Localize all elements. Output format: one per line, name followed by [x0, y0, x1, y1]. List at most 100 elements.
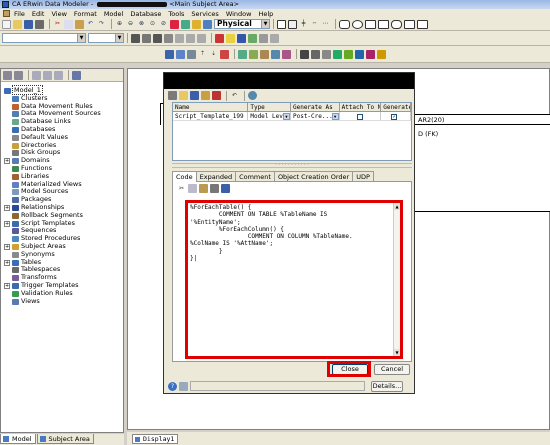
copy-template-icon[interactable]: [190, 91, 199, 100]
entity-box[interactable]: [412, 114, 550, 212]
forward-icon[interactable]: [14, 70, 23, 80]
column-attach-header[interactable]: Attach To New: [340, 103, 382, 111]
identifying-relationship-icon[interactable]: ┿: [299, 20, 308, 29]
underline-icon[interactable]: [153, 33, 162, 43]
scroll-down-icon[interactable]: ▼: [394, 349, 400, 356]
template-name-cell[interactable]: Script_Template_199: [173, 112, 249, 120]
cancel-button[interactable]: Cancel: [374, 364, 410, 375]
sort-icon[interactable]: [248, 91, 257, 100]
import-template-icon[interactable]: [201, 91, 210, 100]
model-type-select[interactable]: Physical ▼: [214, 19, 270, 29]
tab-code[interactable]: Code: [172, 171, 197, 182]
mart-open-icon[interactable]: [311, 49, 320, 59]
column-name-header[interactable]: Name: [173, 103, 249, 111]
nonidentifying-relationship-icon[interactable]: ╌: [310, 20, 319, 29]
ellipse-shape-icon[interactable]: [352, 19, 363, 29]
undo-icon[interactable]: ↶: [86, 20, 95, 29]
expand-icon[interactable]: [32, 70, 41, 80]
save-icon[interactable]: [24, 19, 33, 29]
menu-help[interactable]: Help: [258, 10, 273, 18]
square-shape-icon[interactable]: [378, 19, 389, 29]
forward-engineer-icon[interactable]: [203, 19, 212, 29]
open-folder-icon[interactable]: [13, 19, 22, 29]
diagram-icon[interactable]: [181, 19, 190, 29]
send-back-icon[interactable]: ⇣: [209, 50, 218, 59]
generate-checkbox[interactable]: ✓: [391, 113, 398, 120]
chevron-down-icon[interactable]: ▼: [331, 113, 339, 120]
template-type-cell[interactable]: Model Level ▼: [248, 112, 291, 120]
pill-shape-icon[interactable]: [391, 19, 402, 29]
expand-icon[interactable]: +: [4, 158, 10, 165]
pane-splitter[interactable]: · · · · · · · · · · ·: [172, 163, 412, 168]
find-icon[interactable]: [72, 70, 81, 80]
expand-icon[interactable]: +: [4, 243, 10, 250]
expand-icon[interactable]: +: [4, 282, 10, 289]
expand-icon[interactable]: +: [4, 259, 10, 266]
view-tool-icon[interactable]: [288, 19, 297, 29]
frame-shape-icon[interactable]: [417, 19, 428, 29]
paste-icon[interactable]: [199, 184, 208, 193]
zoom-area-icon[interactable]: ⊘: [159, 20, 168, 29]
menu-database[interactable]: Database: [130, 10, 161, 18]
bulk-editor-icon[interactable]: [355, 49, 364, 59]
generate-as-cell[interactable]: Post-Cre... ▼: [291, 112, 340, 120]
tab-model[interactable]: Model: [0, 434, 36, 444]
menu-file[interactable]: File: [14, 10, 25, 18]
zoom-normal-icon[interactable]: ⊙: [148, 20, 157, 29]
tab-subject-area[interactable]: Subject Area: [36, 434, 94, 444]
line-style-icon[interactable]: [248, 33, 257, 43]
mart-save-icon[interactable]: [322, 49, 331, 59]
reverse-engineer-icon[interactable]: [249, 49, 258, 59]
model-explorer-icon[interactable]: [170, 19, 179, 29]
sync-icon[interactable]: [282, 49, 291, 59]
column-type-header[interactable]: Type: [248, 103, 291, 111]
action-log-icon[interactable]: [366, 49, 375, 59]
menu-model[interactable]: Model: [104, 10, 124, 18]
new-template-icon[interactable]: [179, 91, 188, 100]
schema-gen-icon[interactable]: [260, 49, 269, 59]
align-center-icon[interactable]: [186, 33, 195, 43]
properties-icon[interactable]: [377, 49, 386, 59]
collapse-icon[interactable]: [43, 70, 52, 80]
delete-icon[interactable]: [220, 49, 229, 59]
rectangle-shape-icon[interactable]: [365, 19, 376, 29]
tree-item[interactable]: Views: [3, 297, 123, 306]
paste-icon[interactable]: [75, 19, 84, 29]
menu-window[interactable]: Window: [226, 10, 252, 18]
complete-compare-icon[interactable]: [238, 49, 247, 59]
rounded-rect-shape-icon[interactable]: [339, 19, 350, 29]
grid-view-icon[interactable]: [168, 91, 177, 100]
copy-icon[interactable]: [188, 184, 197, 193]
line-width-icon[interactable]: [270, 33, 279, 43]
back-icon[interactable]: [3, 70, 12, 80]
expand-icon[interactable]: +: [4, 220, 10, 227]
print-icon[interactable]: [35, 19, 44, 29]
report-designer-icon[interactable]: [344, 49, 353, 59]
menu-edit[interactable]: Edit: [32, 10, 45, 18]
shadow-icon[interactable]: [259, 33, 268, 43]
text-shape-icon[interactable]: [404, 19, 415, 29]
zoom-in-icon[interactable]: ⊕: [115, 20, 124, 29]
undo-icon[interactable]: ↶: [230, 91, 239, 100]
tab-comment[interactable]: Comment: [235, 171, 275, 181]
column-generate-header[interactable]: Generate: [381, 103, 411, 111]
tab-expanded[interactable]: Expanded: [195, 171, 237, 181]
db-connect-icon[interactable]: [271, 49, 280, 59]
align-left-icon[interactable]: [175, 33, 184, 43]
menu-tools[interactable]: Tools: [168, 10, 184, 18]
scroll-up-icon[interactable]: ▲: [394, 203, 400, 210]
vertical-scrollbar[interactable]: ▲ ▼: [393, 203, 400, 356]
redo-icon[interactable]: ↷: [97, 20, 106, 29]
expand-icon[interactable]: +: [4, 204, 10, 211]
font-size-select[interactable]: ▼: [88, 33, 124, 43]
details-button[interactable]: Details...: [371, 380, 403, 392]
delete-template-icon[interactable]: [212, 91, 221, 100]
new-file-icon[interactable]: [2, 19, 11, 29]
many-to-many-icon[interactable]: ⋯: [321, 20, 330, 29]
strikeout-icon[interactable]: [164, 33, 173, 43]
validate-icon[interactable]: [333, 49, 342, 59]
report-icon[interactable]: [192, 19, 201, 29]
table-row[interactable]: Script_Template_199 Model Level ▼ Post-Cr…: [173, 112, 411, 121]
bold-icon[interactable]: [131, 33, 140, 43]
entity-tool-icon[interactable]: [277, 19, 286, 29]
